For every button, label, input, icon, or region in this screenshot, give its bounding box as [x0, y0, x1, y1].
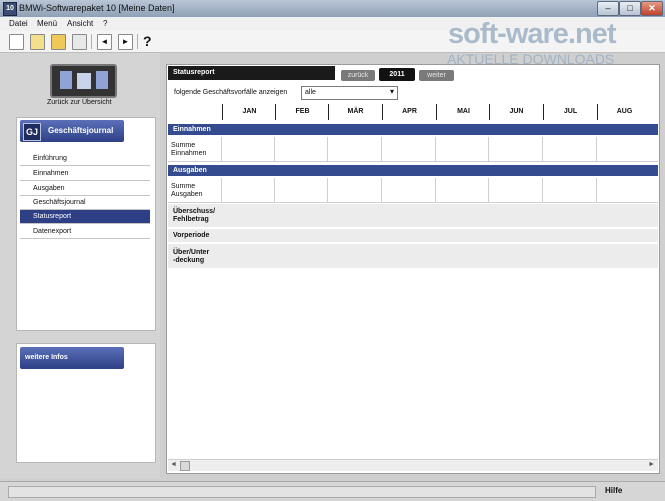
save-icon[interactable] [30, 34, 45, 50]
maximize-button[interactable]: □ [619, 1, 641, 16]
journal-panel [16, 117, 156, 331]
month-aug: AUG [597, 104, 651, 120]
sidebar-item-statusreport[interactable]: Statusreport [20, 210, 150, 224]
sidebar-item-einfuehrung[interactable]: Einführung [20, 152, 150, 166]
scroll-left-arrow-icon[interactable]: ◄ [170, 461, 177, 468]
year-next-button[interactable]: weiter [419, 70, 454, 81]
toolbar-separator [137, 34, 138, 49]
current-year: 2011 [379, 68, 415, 81]
filter-value: alle [305, 89, 316, 96]
status-field [8, 486, 596, 498]
month-apr: APR [382, 104, 436, 120]
filter-dropdown[interactable]: alle ▾ [301, 86, 398, 100]
forward-icon[interactable]: ► [118, 34, 133, 50]
sidebar-item-ausgaben[interactable]: Ausgaben [20, 182, 150, 196]
window-title: BMWi-Softwarepaket 10 [Meine Daten] [19, 3, 175, 13]
scroll-right-arrow-icon[interactable]: ► [648, 461, 655, 468]
month-jan: JAN [222, 104, 276, 120]
sidebar-item-geschaeftsjournal[interactable]: Geschäftsjournal [20, 196, 150, 210]
page-title: Statusreport [168, 66, 335, 80]
income-row [168, 137, 658, 162]
book-icon: GJ [23, 123, 41, 141]
row-label-summe-einnahmen: Summe Einnahmen [171, 142, 207, 157]
watermark-logo: soft-ware.net [448, 18, 616, 50]
menu-view[interactable]: Ansicht [67, 19, 93, 28]
year-back-button[interactable]: zurück [341, 70, 375, 81]
minimize-button[interactable]: – [597, 1, 619, 16]
grid-cell [381, 137, 435, 161]
help-link[interactable]: Hilfe [605, 486, 622, 495]
menu-help[interactable]: ? [103, 19, 107, 28]
thumb-figure-icon [60, 71, 72, 89]
row-ueberschuss: Überschuss/ Fehlbetrag [168, 204, 658, 228]
sidebar-item-einnahmen[interactable]: Einnahmen [20, 167, 150, 181]
menu-file[interactable]: Datei [9, 19, 28, 28]
status-bar: Hilfe [0, 481, 665, 501]
close-button[interactable]: ✕ [641, 1, 663, 16]
tab-geschaeftsjournal[interactable]: GJ Geschäftsjournal [20, 120, 124, 142]
month-feb: FEB [275, 104, 329, 120]
overview-thumbnail-icon[interactable] [50, 64, 117, 98]
grid-cell [488, 137, 542, 161]
tab-weitere-infos[interactable]: weitere Infos [20, 347, 124, 369]
grid-cell [327, 137, 381, 161]
chevron-down-icon: ▾ [389, 87, 394, 96]
month-header-row: JAN FEB MÄR APR MAI JUN JUL AUG [168, 104, 658, 120]
section-einnahmen: Einnahmen [168, 124, 658, 135]
grid-cell [221, 178, 275, 202]
help-icon[interactable]: ? [143, 33, 152, 49]
grid-cell [488, 178, 542, 202]
month-jun: JUN [489, 104, 543, 120]
grid-cell [327, 178, 381, 202]
filter-label: folgende Geschäftsvorfälle anzeigen [174, 89, 288, 96]
new-file-icon[interactable] [9, 34, 24, 50]
scroll-thumb[interactable] [180, 461, 190, 471]
title-bar: 10 BMWi-Softwarepaket 10 [Meine Daten] –… [0, 0, 665, 18]
month-mai: MAI [436, 104, 490, 120]
thumb-figure-icon [77, 73, 91, 89]
thumb-figure-icon [96, 71, 108, 89]
row-vorperiode: Vorperiode [168, 229, 658, 243]
row-label-summe-ausgaben: Summe Ausgaben [171, 183, 203, 198]
section-ausgaben: Ausgaben [168, 165, 658, 176]
print-icon[interactable] [72, 34, 87, 50]
toolbar-separator [91, 34, 92, 49]
grid-cell [542, 137, 596, 161]
grid-cell [274, 137, 328, 161]
month-mar: MÄR [328, 104, 382, 120]
month-jul: JUL [543, 104, 597, 120]
grid-cell [542, 178, 596, 202]
menu-menu[interactable]: Menü [37, 19, 57, 28]
grid-cell [596, 137, 650, 161]
grid-cell [435, 137, 489, 161]
row-ueber-unterdeckung: Über/Unter -deckung [168, 244, 658, 269]
horizontal-scrollbar[interactable]: ◄ ► [168, 459, 658, 471]
tab-label: Geschäftsjournal [48, 126, 114, 135]
sidebar-item-datenexport[interactable]: Datenexport [20, 225, 150, 239]
back-to-overview-link[interactable]: Zurück zur Übersicht [47, 99, 112, 106]
grid-cell [435, 178, 489, 202]
app-icon: 10 [3, 2, 17, 16]
grid-cell [596, 178, 650, 202]
open-folder-icon[interactable] [51, 34, 66, 50]
grid-cell [381, 178, 435, 202]
grid-cell [221, 137, 275, 161]
expense-row [168, 178, 658, 203]
grid-cell [274, 178, 328, 202]
back-icon[interactable]: ◄ [97, 34, 112, 50]
